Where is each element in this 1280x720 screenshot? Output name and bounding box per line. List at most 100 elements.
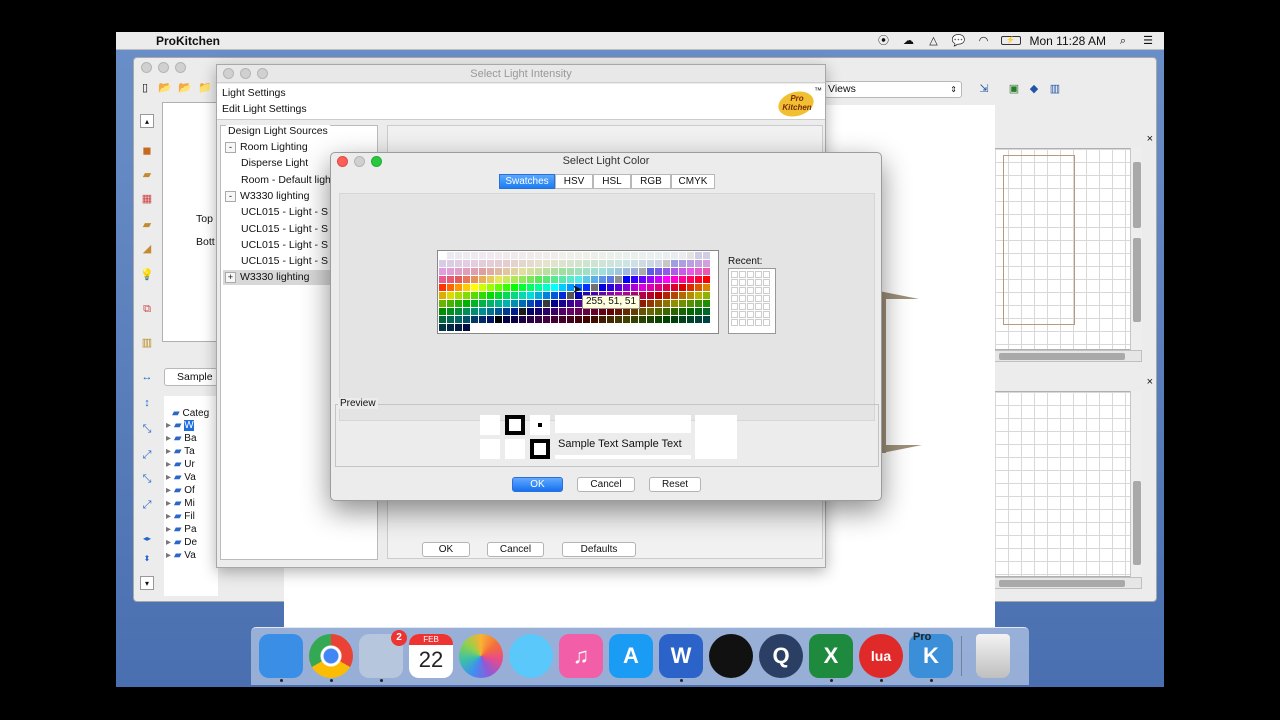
color-swatch[interactable] — [439, 252, 446, 259]
color-swatch[interactable] — [511, 252, 518, 259]
color-swatch[interactable] — [687, 316, 694, 323]
category-item[interactable]: ▸ ▰ Fil — [166, 511, 195, 523]
color-swatch[interactable] — [495, 260, 502, 267]
color-swatch[interactable] — [559, 300, 566, 307]
color-swatch[interactable] — [567, 268, 574, 275]
color-swatch[interactable] — [447, 300, 454, 307]
color-swatch[interactable] — [535, 300, 542, 307]
record-icon[interactable]: ⦿ — [876, 35, 892, 47]
color-swatch[interactable] — [695, 292, 702, 299]
color-swatch[interactable] — [639, 252, 646, 259]
expand-arrow-icon[interactable]: ▸ — [166, 550, 174, 561]
color-swatch[interactable] — [495, 308, 502, 315]
color-swatch[interactable] — [559, 268, 566, 275]
color-swatch[interactable] — [455, 300, 462, 307]
prokitchen-icon[interactable]: K Pro — [909, 631, 953, 678]
category-item[interactable]: ▸ ▰ Ta — [166, 446, 195, 458]
color-swatch[interactable] — [687, 276, 694, 283]
recent-swatch[interactable] — [747, 271, 754, 278]
color-swatch[interactable] — [479, 276, 486, 283]
color-swatch[interactable] — [583, 308, 590, 315]
color-swatch[interactable] — [607, 252, 614, 259]
plan-view-bottom[interactable] — [994, 391, 1142, 577]
close-window-button[interactable] — [223, 68, 234, 79]
color-swatch[interactable] — [695, 316, 702, 323]
color-swatch[interactable] — [519, 300, 526, 307]
color-swatch[interactable] — [463, 252, 470, 259]
expand-arrow-icon[interactable]: ▸ — [166, 420, 174, 431]
finder-icon[interactable] — [259, 634, 303, 678]
color-swatch[interactable] — [519, 260, 526, 267]
color-swatch[interactable] — [487, 308, 494, 315]
color-swatch[interactable] — [623, 308, 630, 315]
recent-swatch[interactable] — [755, 311, 762, 318]
color-swatch[interactable] — [623, 316, 630, 323]
color-swatch[interactable] — [503, 284, 510, 291]
color-swatch[interactable] — [503, 316, 510, 323]
color-swatch[interactable] — [559, 316, 566, 323]
vertical-scrollbar[interactable] — [1130, 148, 1142, 350]
color-swatch[interactable] — [687, 268, 694, 275]
color-swatch[interactable] — [703, 308, 710, 315]
color-swatch[interactable] — [647, 276, 654, 283]
scrollbar-thumb[interactable] — [1133, 481, 1141, 565]
color-swatch[interactable] — [447, 268, 454, 275]
category-item[interactable]: ▸ ▰ Va — [166, 472, 196, 484]
color-swatch[interactable] — [671, 268, 678, 275]
color-swatch[interactable] — [703, 284, 710, 291]
color-swatch[interactable] — [655, 284, 662, 291]
recent-swatch[interactable] — [755, 303, 762, 310]
color-swatch[interactable] — [631, 308, 638, 315]
color-swatch[interactable] — [559, 284, 566, 291]
close-window-button[interactable] — [337, 156, 348, 167]
color-swatch[interactable] — [671, 260, 678, 267]
close-icon[interactable]: × — [1147, 376, 1153, 388]
collapse-toggle-icon[interactable]: - — [225, 190, 236, 202]
color-swatch[interactable] — [575, 316, 582, 323]
catalog-icon[interactable]: ◆ — [1027, 82, 1041, 96]
color-swatch[interactable] — [543, 316, 550, 323]
color-swatch[interactable] — [687, 300, 694, 307]
horizontal-scrollbar[interactable] — [994, 577, 1142, 589]
color-swatch[interactable] — [447, 316, 454, 323]
recent-swatch[interactable] — [731, 287, 738, 294]
photos-icon[interactable] — [459, 634, 503, 678]
color-swatch[interactable] — [695, 308, 702, 315]
color-swatch[interactable] — [575, 260, 582, 267]
category-item[interactable]: ▸ ▰ Ba — [166, 433, 197, 445]
color-swatch[interactable] — [527, 252, 534, 259]
color-swatch[interactable] — [559, 308, 566, 315]
color-swatch[interactable] — [591, 308, 598, 315]
color-swatch[interactable] — [471, 276, 478, 283]
recent-swatch[interactable] — [747, 295, 754, 302]
color-swatch[interactable] — [519, 308, 526, 315]
ok-button[interactable]: OK — [512, 477, 563, 492]
color-swatch[interactable] — [639, 260, 646, 267]
color-swatch[interactable] — [703, 292, 710, 299]
recent-swatch[interactable] — [763, 295, 770, 302]
color-swatch[interactable] — [639, 276, 646, 283]
category-item[interactable]: ▸ ▰ Pa — [166, 524, 197, 536]
color-swatch[interactable] — [583, 260, 590, 267]
category-item[interactable]: ▸ ▰ De — [166, 537, 197, 549]
expand-arrow-icon[interactable]: ▸ — [166, 433, 174, 444]
color-swatch[interactable] — [655, 308, 662, 315]
color-swatch[interactable] — [471, 292, 478, 299]
wall-cabinet-icon[interactable]: ▥ — [140, 336, 154, 350]
color-swatch[interactable] — [519, 284, 526, 291]
color-swatch[interactable] — [455, 252, 462, 259]
color-swatch[interactable] — [463, 308, 470, 315]
color-swatch[interactable] — [543, 260, 550, 267]
color-swatch[interactable] — [591, 276, 598, 283]
color-swatch[interactable] — [671, 308, 678, 315]
recent-swatch[interactable] — [755, 319, 762, 326]
color-swatch[interactable] — [679, 316, 686, 323]
color-swatch[interactable] — [511, 260, 518, 267]
color-swatch[interactable] — [519, 252, 526, 259]
color-swatch[interactable] — [599, 284, 606, 291]
app-store-icon[interactable]: A — [609, 634, 653, 678]
color-swatch[interactable] — [647, 284, 654, 291]
recent-swatches[interactable] — [728, 268, 776, 334]
color-swatch[interactable] — [511, 300, 518, 307]
color-swatch[interactable] — [703, 260, 710, 267]
